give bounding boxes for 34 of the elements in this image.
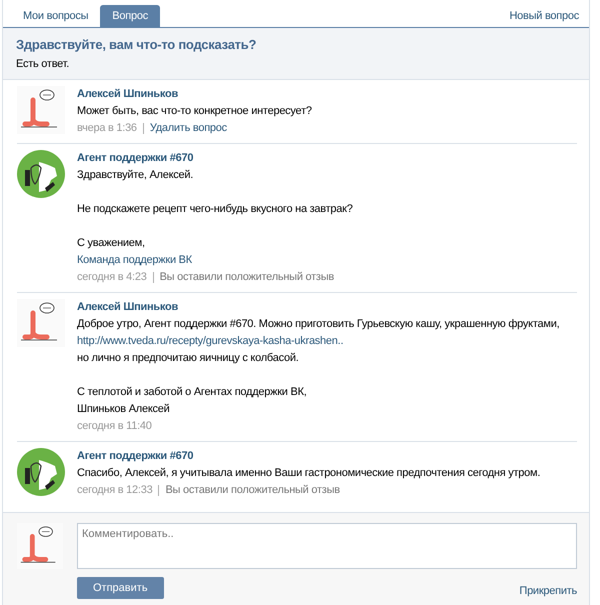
message-link[interactable]: http://www.tveda.ru/recepty/gurevskaya-kasha-ukrashen..	[77, 333, 577, 350]
author-name[interactable]: Агент поддержки #670	[77, 150, 577, 167]
tab[interactable]: Вопрос	[100, 5, 160, 27]
agent-avatar	[17, 150, 65, 198]
message-text: С уважением,	[77, 236, 146, 251]
message-time: вчера в 1:36	[77, 121, 137, 136]
question-status: Есть ответ.	[16, 58, 70, 70]
delete-question-link[interactable]: Удалить вопрос	[150, 120, 227, 137]
feedback-note: Вы оставили положительный отзыв	[160, 270, 334, 285]
message-text: Шпиньков Алексей	[77, 402, 171, 417]
agent-avatar	[17, 448, 65, 496]
comment-field[interactable]: Комментировать..	[77, 523, 577, 569]
author-name[interactable]: Алексей Шпиньков	[77, 299, 577, 316]
tab[interactable]: Мои вопросы	[11, 5, 100, 27]
message-text: но лично я предпочитаю яичницу с колбасой.	[77, 351, 300, 366]
message-text: Спасибо, Алексей, я учитывала именно Ваши гастрономические предпочтения сегодня утром.	[77, 466, 542, 481]
attach-link[interactable]: Прикрепить	[519, 585, 577, 597]
new-question-link[interactable]: Новый вопрос	[507, 5, 581, 27]
message-time: сегодня в 4:23	[77, 270, 147, 285]
message-text: Не подскажете рецепт чего-нибудь вкусного на завтрак?	[77, 202, 354, 217]
message-text: Доброе утро, Агент поддержки #670. Можно приготовить Гурьевскую кашу, украшенную фруктами,	[77, 317, 560, 332]
author-name[interactable]: Агент поддержки #670	[77, 448, 577, 465]
message-text: Может быть, вас что-то конкретное интересует?	[77, 104, 313, 119]
send-button[interactable]: Отправить	[77, 577, 164, 599]
message-text: Здравствуйте, Алексей.	[77, 168, 194, 183]
worm-avatar	[17, 86, 65, 134]
worm-avatar	[17, 299, 65, 347]
author-name[interactable]: Алексей Шпиньков	[77, 86, 577, 103]
message-link[interactable]: Команда поддержки ВК	[77, 252, 577, 269]
message-time: сегодня в 11:40	[77, 419, 152, 434]
question-title: Здравствуйте, вам что-то подсказать?	[16, 37, 258, 52]
feedback-note: Вы оставили положительный отзыв	[165, 483, 340, 498]
message-time: сегодня в 12:33	[77, 483, 152, 498]
message-text: С теплотой и заботой о Агентах поддержки ВК,	[77, 385, 308, 400]
